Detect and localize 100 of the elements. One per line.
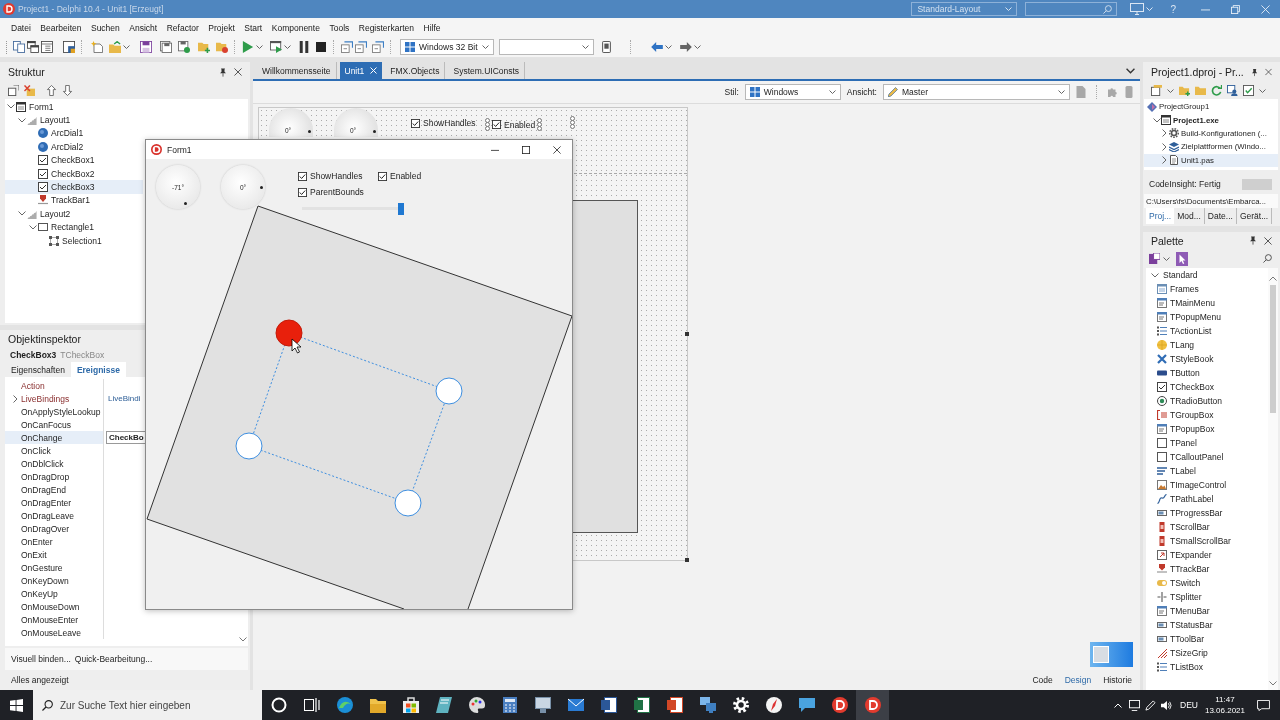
event-name[interactable]: OnDblClick: [5, 457, 104, 470]
event-name[interactable]: OnMouseDown: [5, 600, 104, 613]
window-check-icon[interactable]: [1243, 85, 1254, 96]
component-icon[interactable]: [63, 41, 75, 53]
palette-item[interactable]: TListBox: [1146, 660, 1204, 674]
menu-item[interactable]: Ansicht: [125, 22, 162, 33]
monitor-icon[interactable]: [1129, 699, 1140, 711]
palette-item[interactable]: TTrackBar: [1146, 562, 1210, 576]
back-arrow-icon[interactable]: [651, 42, 663, 52]
search-field[interactable]: Zur Suche Text hier eingeben: [33, 690, 262, 720]
event-name[interactable]: OnDragEnter: [5, 496, 104, 509]
forward-arrow-icon[interactable]: [680, 42, 692, 52]
menu-item[interactable]: Start: [240, 22, 267, 33]
play-icon[interactable]: [242, 41, 254, 53]
component-icon[interactable]: [1149, 253, 1160, 264]
checkbox-icon[interactable]: [492, 120, 501, 129]
palette-item[interactable]: TCheckBox: [1146, 380, 1214, 394]
menu-item[interactable]: Komponente: [267, 22, 324, 33]
inspector-tab[interactable]: Eigenschaften: [5, 362, 71, 377]
close-icon[interactable]: [1265, 68, 1272, 76]
tree-item[interactable]: Rectangle1: [5, 220, 143, 234]
event-name[interactable]: LiveBindings: [5, 392, 104, 405]
event-value[interactable]: CheckBo: [106, 431, 147, 444]
speaker-icon[interactable]: [1161, 699, 1172, 711]
tree-item[interactable]: TrackBar1: [5, 193, 143, 208]
chevron-down-icon[interactable]: [1151, 272, 1159, 278]
delete-item-icon[interactable]: [24, 85, 35, 96]
palette-item[interactable]: TToolBar: [1146, 632, 1204, 646]
phone-icon[interactable]: [602, 41, 611, 53]
event-name[interactable]: OnEnter: [5, 535, 104, 548]
caret-icon[interactable]: [694, 45, 701, 49]
palette-item[interactable]: TMainMenu: [1146, 296, 1215, 310]
palette-item[interactable]: TImageControl: [1146, 478, 1227, 492]
palette-item[interactable]: TStyleBook: [1146, 352, 1214, 366]
pin-icon[interactable]: [1251, 67, 1258, 77]
tree-item[interactable]: CheckBox1: [5, 153, 143, 167]
menu-item[interactable]: Tools: [325, 22, 354, 33]
form-grid-icon[interactable]: [41, 41, 53, 53]
folder-plus-icon[interactable]: [198, 41, 210, 53]
menu-item[interactable]: Bearbeiten: [36, 22, 86, 33]
windows-icon[interactable]: [27, 41, 39, 53]
event-name[interactable]: OnDragDrop: [5, 470, 104, 483]
event-name[interactable]: OnMouseEnter: [5, 613, 104, 626]
chevron-right-icon[interactable]: [1162, 156, 1167, 165]
palette-item[interactable]: TProgressBar: [1146, 506, 1223, 520]
open-folder-icon[interactable]: [109, 41, 121, 53]
inspector-tab[interactable]: Ereignisse: [70, 362, 126, 377]
close-icon[interactable]: [1264, 236, 1272, 245]
palette-item[interactable]: Frames: [1146, 282, 1199, 296]
editor-tab[interactable]: Unit1: [339, 62, 383, 79]
pen-icon[interactable]: [1145, 699, 1156, 711]
step-icon[interactable]: [372, 41, 384, 53]
palette-item[interactable]: TSwitch: [1146, 576, 1201, 590]
search-field[interactable]: [1025, 2, 1118, 16]
event-name[interactable]: OnDragEnd: [5, 483, 104, 496]
palette-item[interactable]: TMenuBar: [1146, 604, 1210, 618]
checkbox-option[interactable]: Enabled: [378, 171, 422, 181]
view-tab[interactable]: Historie: [1103, 675, 1132, 685]
floppy-disks-icon[interactable]: [160, 41, 172, 53]
preview-thumbnail[interactable]: [1090, 642, 1133, 667]
chevron-down-icon[interactable]: [1126, 67, 1135, 74]
event-name[interactable]: OnClick: [5, 444, 104, 457]
event-name[interactable]: OnKeyUp: [5, 587, 104, 600]
palette-item[interactable]: TScrollBar: [1146, 520, 1210, 534]
chevron-down-icon[interactable]: [17, 117, 26, 123]
panel-tab[interactable]: Mod...: [1174, 208, 1205, 224]
checkbox-option[interactable]: ShowHandles: [298, 171, 363, 181]
floppy-close-icon[interactable]: [178, 41, 190, 53]
tree-item[interactable]: ArcDial2: [5, 140, 143, 154]
panel-tab[interactable]: Gerät...: [1236, 208, 1273, 224]
chevron-right-icon[interactable]: [13, 394, 18, 403]
chevron-down-icon[interactable]: [6, 104, 15, 110]
checkbox-icon[interactable]: [298, 171, 307, 181]
grip-handle-icon[interactable]: [485, 118, 490, 131]
close-icon[interactable]: [234, 68, 242, 76]
caret-icon[interactable]: [284, 45, 291, 49]
chevron-down-icon[interactable]: [1152, 117, 1161, 123]
panel-tab[interactable]: Proj...: [1146, 208, 1175, 224]
pages-icon[interactable]: [13, 41, 25, 53]
rotation-handle[interactable]: [275, 319, 303, 347]
view-tab[interactable]: Code: [1032, 675, 1053, 685]
chevron-down-icon[interactable]: [1269, 681, 1277, 686]
checkbox-icon[interactable]: [411, 118, 420, 128]
checkbox-option[interactable]: Enabled: [492, 119, 536, 130]
checkbox-icon[interactable]: [378, 171, 387, 181]
resize-handle[interactable]: [685, 558, 689, 562]
palette-item[interactable]: TSizeGrip: [1146, 646, 1208, 660]
event-name[interactable]: OnKeyDown: [5, 574, 104, 587]
step-icon[interactable]: [341, 41, 353, 53]
arrow-up-icon[interactable]: [46, 85, 57, 96]
palette-item[interactable]: TCalloutPanel: [1146, 450, 1224, 464]
cursor-icon[interactable]: [1176, 251, 1188, 266]
resize-handle[interactable]: [235, 432, 263, 460]
menu-item[interactable]: Datei: [7, 22, 35, 33]
caret-icon[interactable]: [665, 45, 672, 49]
chat-bubble-icon[interactable]: [1257, 699, 1270, 711]
grip-handle-icon[interactable]: [570, 116, 575, 129]
user-window-icon[interactable]: [1227, 85, 1238, 96]
slider-thumb[interactable]: [397, 203, 404, 215]
caret-icon[interactable]: [482, 45, 489, 49]
